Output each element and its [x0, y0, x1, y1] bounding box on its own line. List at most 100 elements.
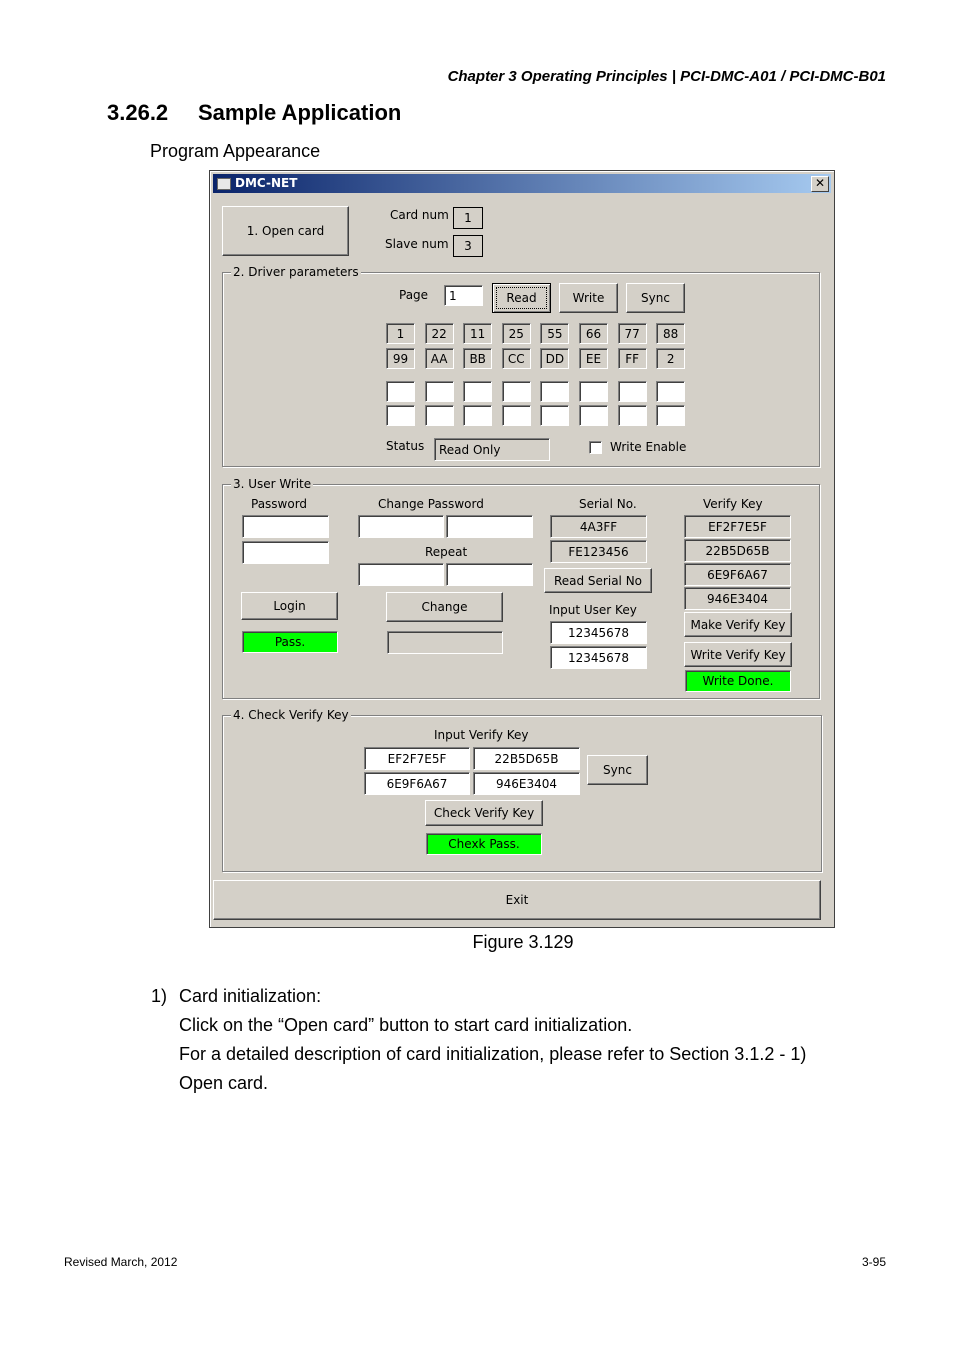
param-cell[interactable] — [463, 381, 493, 402]
verify-key-field-1: EF2F7E5F — [684, 515, 791, 538]
param-cell[interactable] — [424, 381, 454, 402]
card-num-value: 1 — [453, 207, 483, 229]
serial-field-2: FE123456 — [550, 540, 647, 563]
make-verify-key-button[interactable]: Make Verify Key — [684, 612, 792, 637]
verify-key-input-3[interactable]: 6E9F6A67 — [364, 772, 470, 795]
exit-button[interactable]: Exit — [213, 880, 821, 920]
param-cell[interactable]: BB — [463, 348, 493, 369]
write-verify-label: Write Verify Key — [690, 647, 786, 662]
write-label: Write — [572, 291, 605, 305]
driver-parameters-label: 2. Driver parameters — [231, 265, 361, 279]
change-button[interactable]: Change — [386, 592, 503, 622]
param-cell[interactable]: DD — [540, 348, 570, 369]
param-cell[interactable]: 88 — [656, 323, 686, 344]
param-cell[interactable] — [501, 405, 531, 426]
make-verify-label: Make Verify Key — [690, 617, 786, 632]
check-verify-label: Check Verify Key — [433, 806, 535, 820]
sync-button[interactable]: Sync — [626, 283, 685, 313]
write-enable-checkbox[interactable] — [589, 441, 602, 454]
verify-key-field-3: 6E9F6A67 — [684, 563, 791, 586]
param-cell[interactable]: FF — [617, 348, 647, 369]
param-cell[interactable] — [540, 405, 570, 426]
figure-caption: Figure 3.129 — [472, 932, 574, 952]
user-key-input-1[interactable]: 12345678 — [550, 621, 647, 644]
read-button[interactable]: Read — [492, 283, 551, 313]
check-status: Chexk Pass. — [426, 833, 542, 855]
param-cell[interactable] — [656, 405, 686, 426]
verify-key-input-1[interactable]: EF2F7E5F — [364, 747, 470, 770]
param-cell[interactable] — [540, 381, 570, 402]
param-cell[interactable] — [579, 381, 608, 402]
change-password-input-1[interactable] — [358, 515, 444, 538]
card-num-label: Card num — [390, 208, 449, 222]
read-serial-label: Read Serial No — [553, 573, 643, 588]
param-cell[interactable] — [579, 405, 608, 426]
change-password-input-2[interactable] — [446, 515, 533, 538]
status-field: Read Only — [434, 438, 550, 461]
param-cell[interactable]: 55 — [540, 323, 570, 344]
change-password-label: Change Password — [378, 497, 484, 511]
close-button[interactable]: ✕ — [811, 176, 829, 192]
login-status: Pass. — [242, 631, 338, 653]
repeat-input-1[interactable] — [358, 563, 444, 586]
param-cell[interactable]: 1 — [386, 323, 415, 344]
param-cell[interactable]: 77 — [617, 323, 647, 344]
param-cell[interactable]: EE — [579, 348, 608, 369]
param-cell[interactable]: 22 — [424, 323, 454, 344]
param-cell[interactable] — [386, 405, 415, 426]
close-icon: ✕ — [814, 176, 826, 190]
section-number: 3.26.2 — [107, 100, 169, 125]
footer-revision: Revised March, 2012 — [64, 1255, 178, 1269]
param-cell[interactable] — [656, 381, 686, 402]
write-button[interactable]: Write — [559, 283, 618, 313]
login-button[interactable]: Login — [241, 592, 338, 620]
param-cell[interactable]: 66 — [579, 323, 608, 344]
param-cell[interactable]: 25 — [501, 323, 531, 344]
read-label: Read — [506, 291, 537, 305]
input-user-key-label: Input User Key — [549, 603, 637, 617]
verify-key-input-2[interactable]: 22B5D65B — [473, 747, 580, 770]
login-label: Login — [273, 599, 306, 613]
window-title: DMC-NET — [235, 176, 298, 190]
sync-label: Sync — [641, 291, 670, 305]
slave-num-label: Slave num — [385, 237, 449, 251]
input-verify-key-label: Input Verify Key — [434, 728, 529, 742]
param-cell[interactable] — [424, 405, 454, 426]
footer-page-number: 3-95 — [861, 1255, 886, 1269]
param-cell[interactable] — [386, 381, 415, 402]
write-verify-key-button[interactable]: Write Verify Key — [684, 642, 792, 667]
check-sync-label: Sync — [603, 763, 632, 777]
password-input-2[interactable] — [242, 541, 329, 564]
title-bar: DMC-NET ✕ — [213, 174, 831, 193]
open-card-button[interactable]: 1. Open card — [222, 206, 349, 256]
param-cell[interactable]: 99 — [386, 348, 415, 369]
param-cell[interactable]: 11 — [463, 323, 493, 344]
check-verify-key-label: 4. Check Verify Key — [231, 708, 351, 722]
section-title: Sample Application — [198, 100, 402, 125]
check-sync-button[interactable]: Sync — [587, 755, 648, 785]
user-write-label: 3. User Write — [231, 477, 314, 491]
param-cell[interactable] — [501, 381, 531, 402]
serial-field-1: 4A3FF — [550, 515, 647, 538]
read-serial-button[interactable]: Read Serial No — [544, 568, 652, 593]
param-cell[interactable] — [617, 405, 647, 426]
param-cell[interactable]: CC — [501, 348, 531, 369]
param-cell[interactable] — [617, 381, 647, 402]
page-label: Page — [399, 288, 429, 302]
slave-num-value: 3 — [453, 235, 483, 257]
write-status: Write Done. — [685, 670, 791, 692]
step-line-2: For a detailed description of card initi… — [179, 1044, 807, 1064]
password-label: Password — [251, 497, 308, 511]
param-cell[interactable] — [463, 405, 493, 426]
verify-key-input-4[interactable]: 946E3404 — [473, 772, 580, 795]
password-input[interactable] — [242, 515, 329, 538]
step-number: 1) — [151, 986, 168, 1006]
param-cell[interactable]: AA — [424, 348, 454, 369]
param-cell[interactable]: 2 — [656, 348, 686, 369]
repeat-input-2[interactable] — [446, 563, 533, 586]
user-key-input-2[interactable]: 12345678 — [550, 646, 647, 669]
section-heading: 3.26.2 Sample Application — [107, 100, 401, 126]
change-label: Change — [421, 600, 468, 614]
check-verify-key-button[interactable]: Check Verify Key — [425, 800, 543, 826]
page-input[interactable]: 1 — [444, 285, 483, 306]
